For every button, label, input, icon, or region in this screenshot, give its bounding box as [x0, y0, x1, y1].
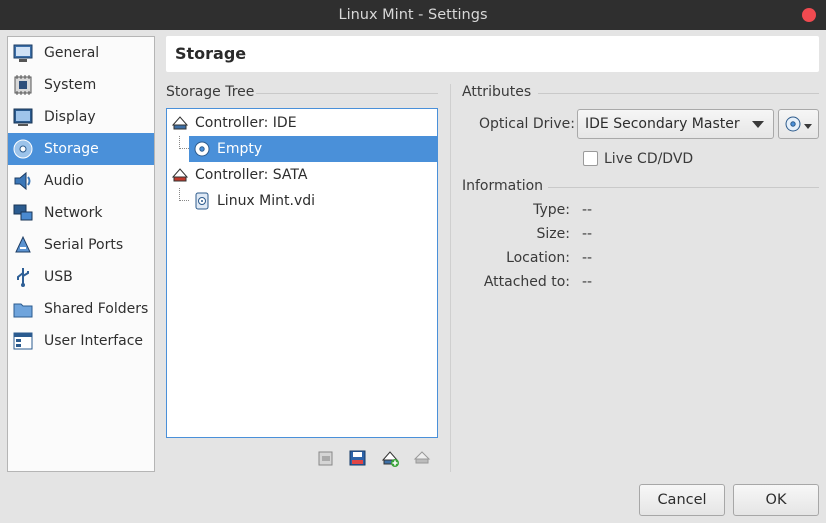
sidebar-item-user-interface[interactable]: User Interface [8, 325, 154, 357]
info-location-key: Location: [506, 250, 570, 266]
sidebar-item-usb[interactable]: USB [8, 261, 154, 293]
ok-button[interactable]: OK [733, 484, 819, 516]
page-title: Storage [175, 44, 247, 63]
info-attached-to-value: -- [582, 274, 593, 290]
chevron-down-icon [804, 124, 812, 129]
optical-drive-label: Optical Drive: [479, 116, 575, 132]
close-icon[interactable] [802, 8, 816, 22]
display-icon [13, 108, 33, 126]
tree-guide [179, 188, 189, 201]
sidebar-item-system[interactable]: System [8, 69, 154, 101]
serial-ports-icon [15, 235, 31, 253]
optical-drive-select[interactable]: IDE Secondary Master [577, 109, 774, 139]
tree-guide [179, 136, 189, 149]
storage-tree-divider [256, 93, 438, 94]
shared-folders-icon [13, 303, 33, 318]
sidebar-item-general[interactable]: General [8, 37, 154, 69]
optical-disc-icon [194, 141, 210, 157]
storage-tree-label: Storage Tree [166, 84, 255, 100]
info-type-key: Type: [533, 202, 570, 218]
tree-node-empty-optical[interactable]: Empty [189, 136, 437, 162]
optical-drive-value: IDE Secondary Master [585, 116, 740, 132]
tree-node-controller-sata[interactable]: Controller: SATA [171, 162, 431, 188]
hard-disk-icon [195, 192, 209, 210]
page-header: Storage [166, 36, 819, 72]
cancel-button[interactable]: Cancel [639, 484, 725, 516]
sidebar-item-storage[interactable]: Storage [8, 133, 154, 165]
general-icon [13, 44, 33, 62]
sidebar-item-shared-folders[interactable]: Shared Folders [8, 293, 154, 325]
title-bar: Linux Mint - Settings [0, 0, 826, 30]
window-title: Linux Mint - Settings [338, 7, 488, 23]
information-divider [548, 187, 819, 188]
storage-tree[interactable]: Controller: IDE Empty Controller: SATA L… [166, 108, 438, 438]
sata-controller-icon [171, 168, 189, 182]
tree-node-controller-ide[interactable]: Controller: IDE [171, 110, 431, 136]
choose-disk-button[interactable] [778, 109, 819, 139]
sidebar-item-serial-ports[interactable]: Serial Ports [8, 229, 154, 261]
add-controller-icon[interactable] [348, 448, 368, 468]
remove-attachment-icon[interactable] [412, 448, 432, 468]
settings-sidebar: General System Display Storage Audio Net… [7, 36, 155, 472]
ide-controller-icon [171, 116, 189, 130]
info-size-value: -- [582, 226, 593, 242]
information-label: Information [462, 178, 544, 194]
optical-disc-icon [785, 116, 801, 132]
info-attached-to-key: Attached to: [483, 274, 570, 290]
user-interface-icon [13, 332, 33, 350]
network-icon [13, 204, 33, 221]
attributes-label: Attributes [462, 84, 532, 100]
audio-icon [14, 171, 31, 191]
add-attachment-icon[interactable] [380, 448, 400, 468]
chevron-down-icon [752, 121, 764, 128]
storage-icon [13, 139, 33, 159]
info-location-value: -- [582, 250, 593, 266]
live-cd-checkbox[interactable] [583, 151, 598, 166]
sidebar-item-network[interactable]: Network [8, 197, 154, 229]
storage-settings-icon[interactable] [316, 448, 336, 468]
attributes-divider [538, 93, 819, 94]
sidebar-item-audio[interactable]: Audio [8, 165, 154, 197]
tree-node-linux-mint-vdi[interactable]: Linux Mint.vdi [189, 188, 437, 214]
usb-icon [17, 268, 29, 287]
info-size-key: Size: [536, 226, 570, 242]
system-icon [14, 75, 32, 95]
sidebar-item-display[interactable]: Display [8, 101, 154, 133]
live-cd-label[interactable]: Live CD/DVD [604, 151, 693, 167]
info-type-value: -- [582, 202, 593, 218]
